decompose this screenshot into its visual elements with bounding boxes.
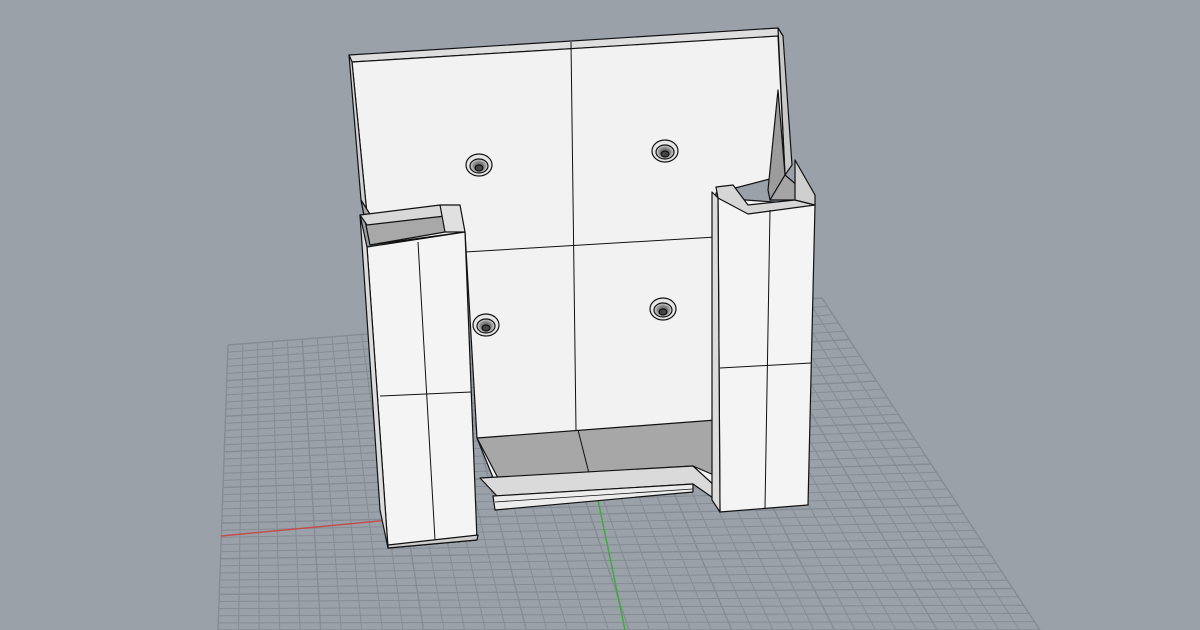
right-pillar-front — [717, 197, 816, 513]
screw-hole-top-left — [465, 153, 493, 177]
screw-hole-top-right — [651, 139, 679, 163]
right-pillar-right-face — [794, 159, 816, 206]
right-pillar-left-face — [711, 191, 721, 513]
grid-line — [221, 504, 959, 524]
viewport-canvas[interactable] — [0, 0, 1200, 630]
holder-model[interactable] — [348, 27, 816, 549]
screw-hole-bottom-left — [472, 313, 500, 337]
left-pillar-tab — [439, 204, 466, 233]
3d-viewport[interactable] — [0, 0, 1200, 630]
screw-hole-bottom-right — [649, 297, 677, 321]
